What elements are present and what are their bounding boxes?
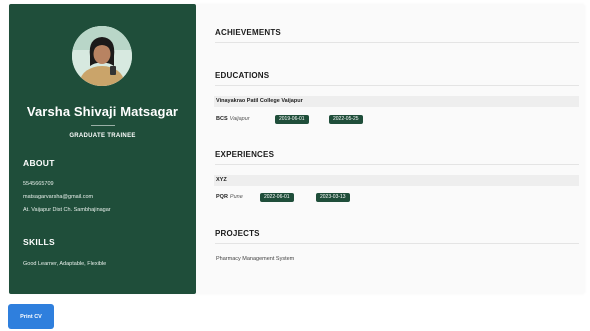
about-email: matsagarvarsha@gmail.com	[23, 194, 94, 200]
education-location: Vaijapur	[229, 116, 250, 122]
educations-divider	[215, 85, 579, 86]
skills-text: Good Learner, Adaptable, Flexible	[23, 261, 107, 267]
education-degree: BCS	[216, 116, 228, 122]
experiences-heading: EXPERIENCES	[215, 150, 275, 159]
education-start-badge: 2019-06-01	[275, 115, 309, 124]
cv-main: ACHIEVEMENTS EDUCATIONS Vinayakrao Patil…	[206, 4, 581, 294]
experience-location: Pune	[229, 194, 243, 200]
experience-end-badge: 2023-03-13	[316, 193, 350, 202]
avatar	[72, 26, 132, 86]
cv-page: Varsha Shivaji Matsagar GRADUATE TRAINEE…	[0, 0, 590, 331]
project-name: Pharmacy Management System	[216, 256, 295, 262]
experience-role-line: PQR Pune	[216, 194, 243, 200]
education-end-badge: 2022-05-25	[329, 115, 363, 124]
achievements-divider	[215, 42, 579, 43]
experience-start-badge: 2022-06-01	[260, 193, 294, 202]
education-degree-line: BCS Vaijapur	[216, 116, 250, 122]
about-phone: 5545665709	[23, 181, 54, 187]
profile-name: Varsha Shivaji Matsagar	[26, 104, 179, 119]
print-cv-button[interactable]: Print CV	[8, 304, 54, 329]
experience-company: XYZ	[216, 177, 227, 183]
experience-row	[214, 175, 579, 186]
education-institution: Vinayakrao Patil College Vaijapur	[216, 98, 303, 104]
experience-role: PQR	[216, 194, 228, 200]
educations-heading: EDUCATIONS	[215, 71, 270, 80]
name-divider	[91, 125, 115, 126]
about-heading: ABOUT	[23, 158, 55, 168]
projects-heading: PROJECTS	[215, 229, 260, 238]
experiences-divider	[215, 164, 579, 165]
about-address: At. Vaijapur Dist Ch. Sambhajinagar	[23, 207, 111, 213]
profile-photo-icon	[72, 26, 132, 86]
achievements-heading: ACHIEVEMENTS	[215, 28, 281, 37]
profile-title: GRADUATE TRAINEE	[69, 133, 136, 139]
projects-divider	[215, 243, 579, 244]
skills-heading: SKILLS	[23, 237, 56, 247]
cv-sidebar: Varsha Shivaji Matsagar GRADUATE TRAINEE…	[9, 4, 196, 294]
